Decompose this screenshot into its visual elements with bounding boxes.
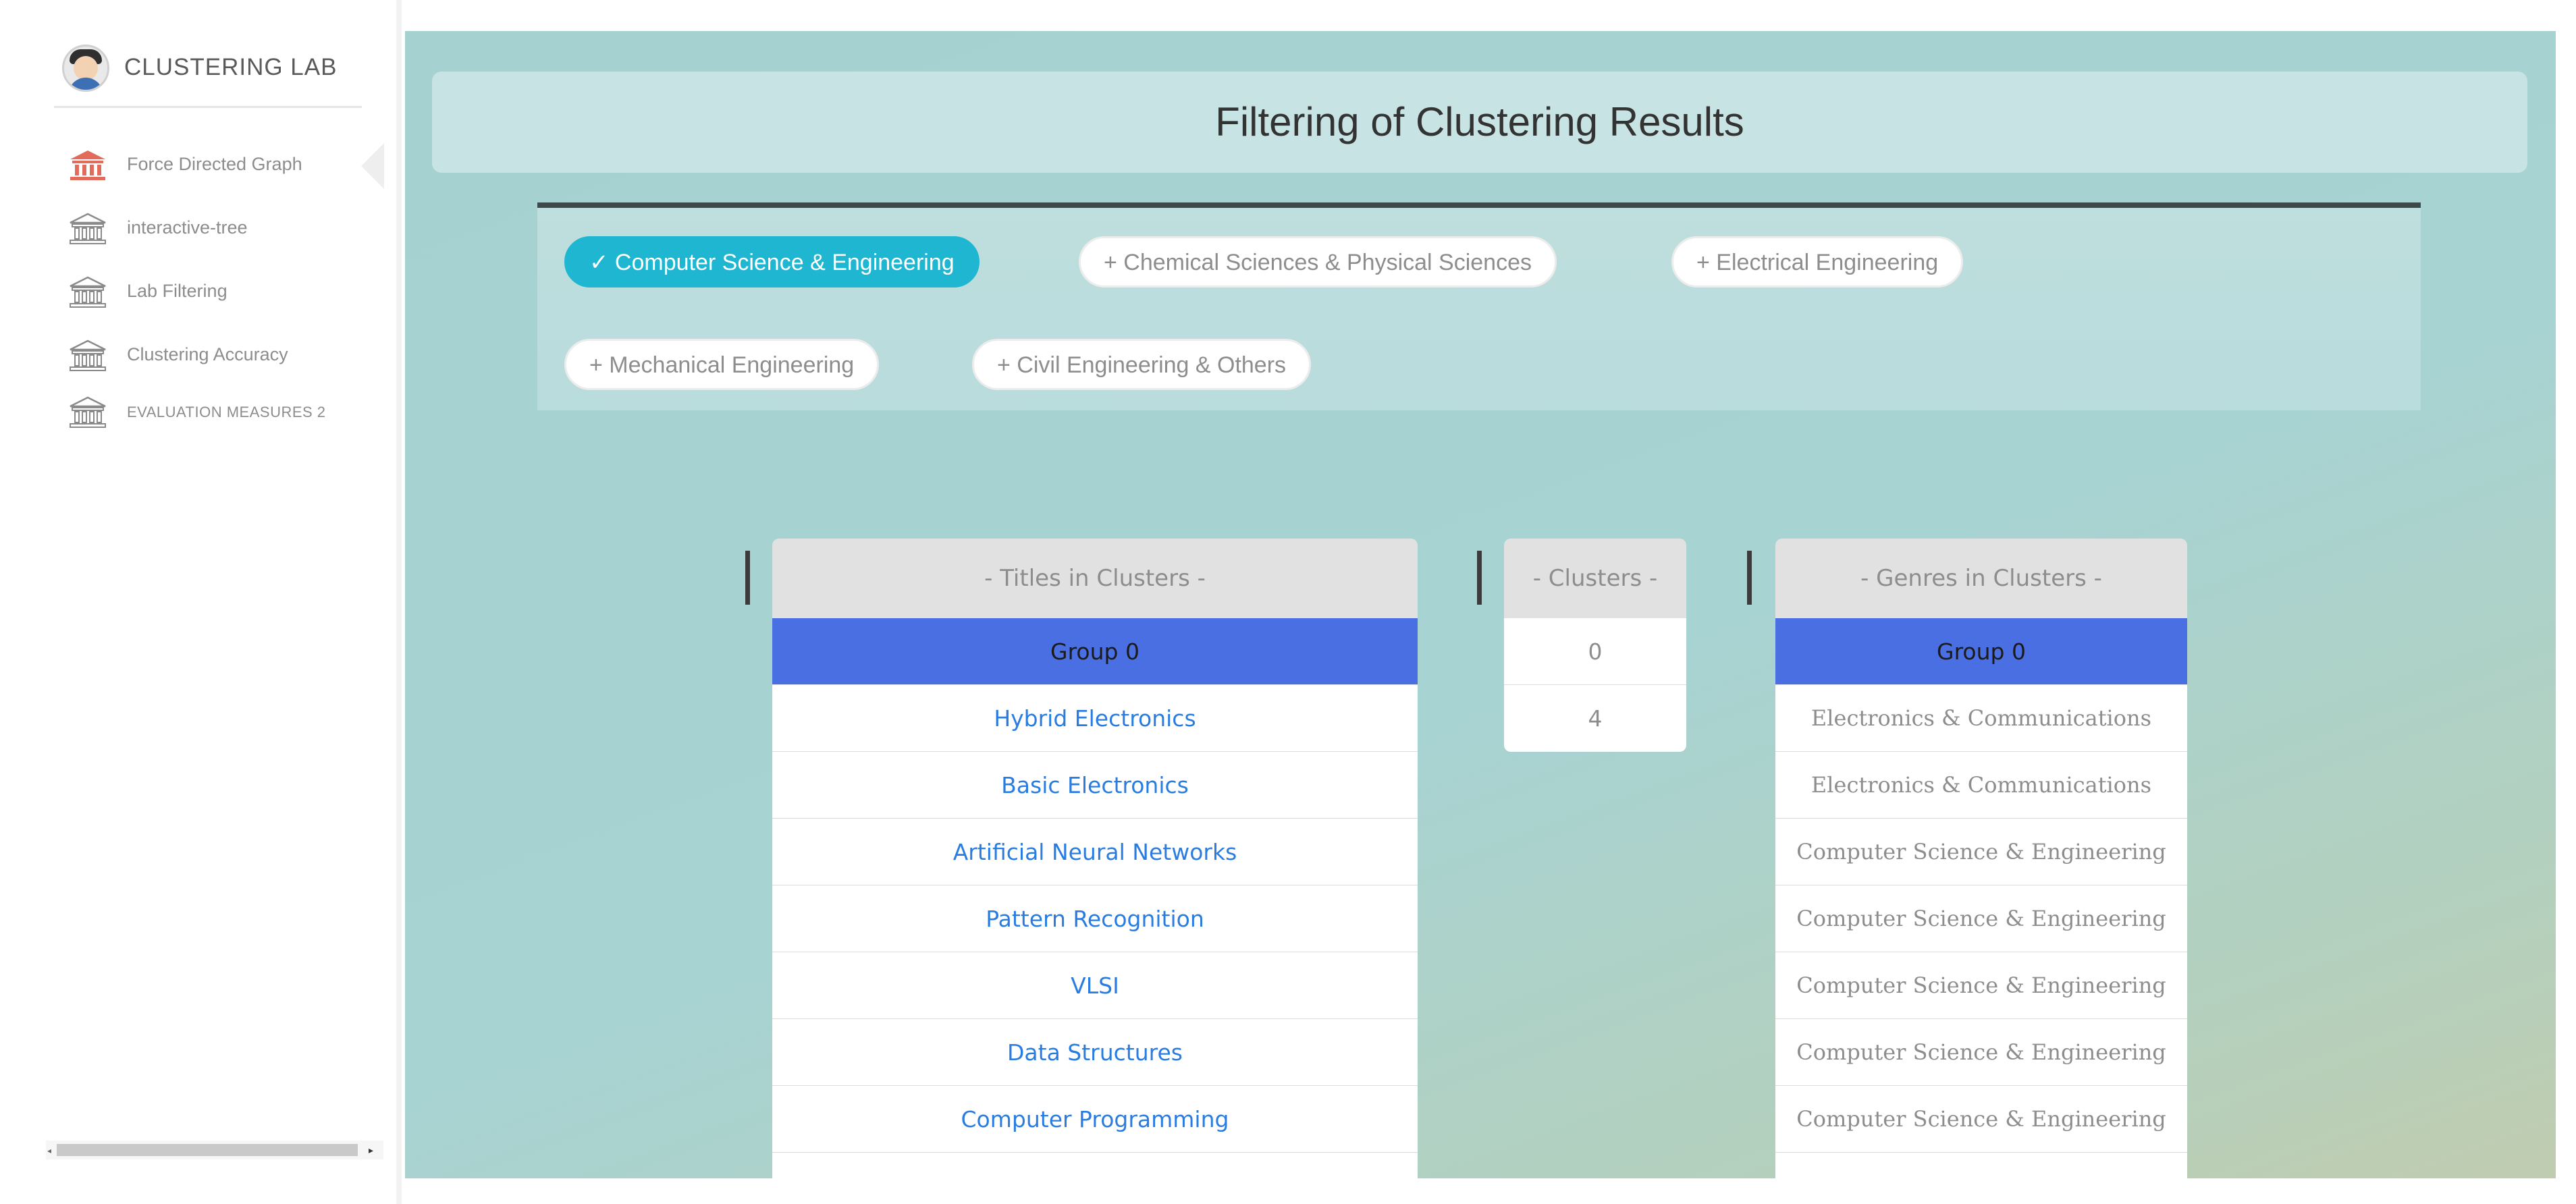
filter-panel: ✓ Computer Science & Engineering + Chemi… [537,202,2421,410]
scroll-right-icon[interactable]: ▸ [369,1145,373,1156]
filter-chip-chemical-sciences[interactable]: + Chemical Sciences & Physical Sciences [1079,236,1557,288]
sidebar-item-label: Lab Filtering [127,281,227,301]
filter-chip-civil-engineering[interactable]: + Civil Engineering & Others [972,339,1312,390]
table-row[interactable]: Computer Science & Engineering [1775,1019,2187,1086]
sidebar-item-label: EVALUATION MEASURES 2 [127,404,326,420]
table-row[interactable]: Artificial Neural Networks [772,819,1418,885]
avatar [62,45,109,92]
sidebar-item-clustering-accuracy[interactable]: Clustering Accuracy [68,336,358,377]
sidebar-item-evaluation-measures-2[interactable]: EVALUATION MEASURES 2 [68,393,358,433]
table-row[interactable]: Hybrid Electronics [772,685,1418,752]
table-row[interactable]: VLSI [772,952,1418,1019]
filter-chip-computer-science[interactable]: ✓ Computer Science & Engineering [564,236,980,288]
group-row[interactable]: Group 0 [1775,618,2187,685]
main-content: Filtering of Clustering Results ✓ Comput… [405,31,2556,1178]
genres-in-clusters-table: - Genres in Clusters - Group 0 Electroni… [1775,539,2187,1178]
sidebar: CLUSTERING LAB Force Directed Graph inte… [0,0,402,1204]
bank-icon [70,150,105,180]
table-row[interactable]: 0 [1504,618,1686,685]
table-row[interactable]: Computer Science & Engineering [1775,952,2187,1019]
column-resize-handle[interactable] [1747,551,1752,605]
column-resize-handle[interactable] [745,551,750,605]
filter-chip-mechanical-engineering[interactable]: + Mechanical Engineering [564,339,880,390]
bank-icon [70,396,106,428]
active-indicator [361,143,384,189]
table-row[interactable]: Basic Electronics [772,752,1418,819]
scroll-left-icon[interactable]: ◂ [47,1146,51,1155]
bank-icon [70,276,106,308]
table-header[interactable]: - Titles in Clusters - [772,539,1418,618]
table-row[interactable] [1775,1153,2187,1178]
brand[interactable]: CLUSTERING LAB [54,40,362,108]
bank-icon [70,213,106,244]
table-header[interactable]: - Clusters - [1504,539,1686,618]
table-row[interactable]: Computer Science & Engineering [1775,819,2187,885]
table-header[interactable]: - Genres in Clusters - [1775,539,2187,618]
bank-icon [70,339,106,371]
sidebar-item-force-directed-graph[interactable]: Force Directed Graph [68,146,358,186]
brand-title: CLUSTERING LAB [124,54,338,80]
filter-chip-electrical-engineering[interactable]: + Electrical Engineering [1671,236,1964,288]
table-row[interactable]: Pattern Recognition [772,885,1418,952]
table-row[interactable]: Data Structures [772,1019,1418,1086]
scrollbar-thumb[interactable] [57,1144,358,1156]
clusters-table: - Clusters - 0 4 [1504,539,1686,752]
sidebar-item-lab-filtering[interactable]: Lab Filtering [68,273,358,313]
table-row[interactable]: Computer Programming [772,1086,1418,1153]
table-row[interactable]: Electronics & Communications [1775,752,2187,819]
titles-in-clusters-table: - Titles in Clusters - Group 0 Hybrid El… [772,539,1418,1178]
page-title: Filtering of Clustering Results [1215,99,1744,144]
column-resize-handle[interactable] [1477,551,1482,605]
sidebar-item-interactive-tree[interactable]: interactive-tree [68,209,358,250]
table-row[interactable]: Electronics & Communications [1775,685,2187,752]
sidebar-horizontal-scrollbar[interactable]: ◂ ▸ [46,1141,383,1159]
sidebar-item-label: interactive-tree [127,217,248,238]
table-row[interactable] [772,1153,1418,1178]
table-row[interactable]: Computer Science & Engineering [1775,885,2187,952]
page-header: Filtering of Clustering Results [432,72,2527,173]
group-row[interactable]: Group 0 [772,618,1418,685]
table-row[interactable]: Computer Science & Engineering [1775,1086,2187,1153]
table-row[interactable]: 4 [1504,685,1686,752]
sidebar-item-label: Clustering Accuracy [127,344,288,364]
sidebar-item-label: Force Directed Graph [127,154,302,174]
